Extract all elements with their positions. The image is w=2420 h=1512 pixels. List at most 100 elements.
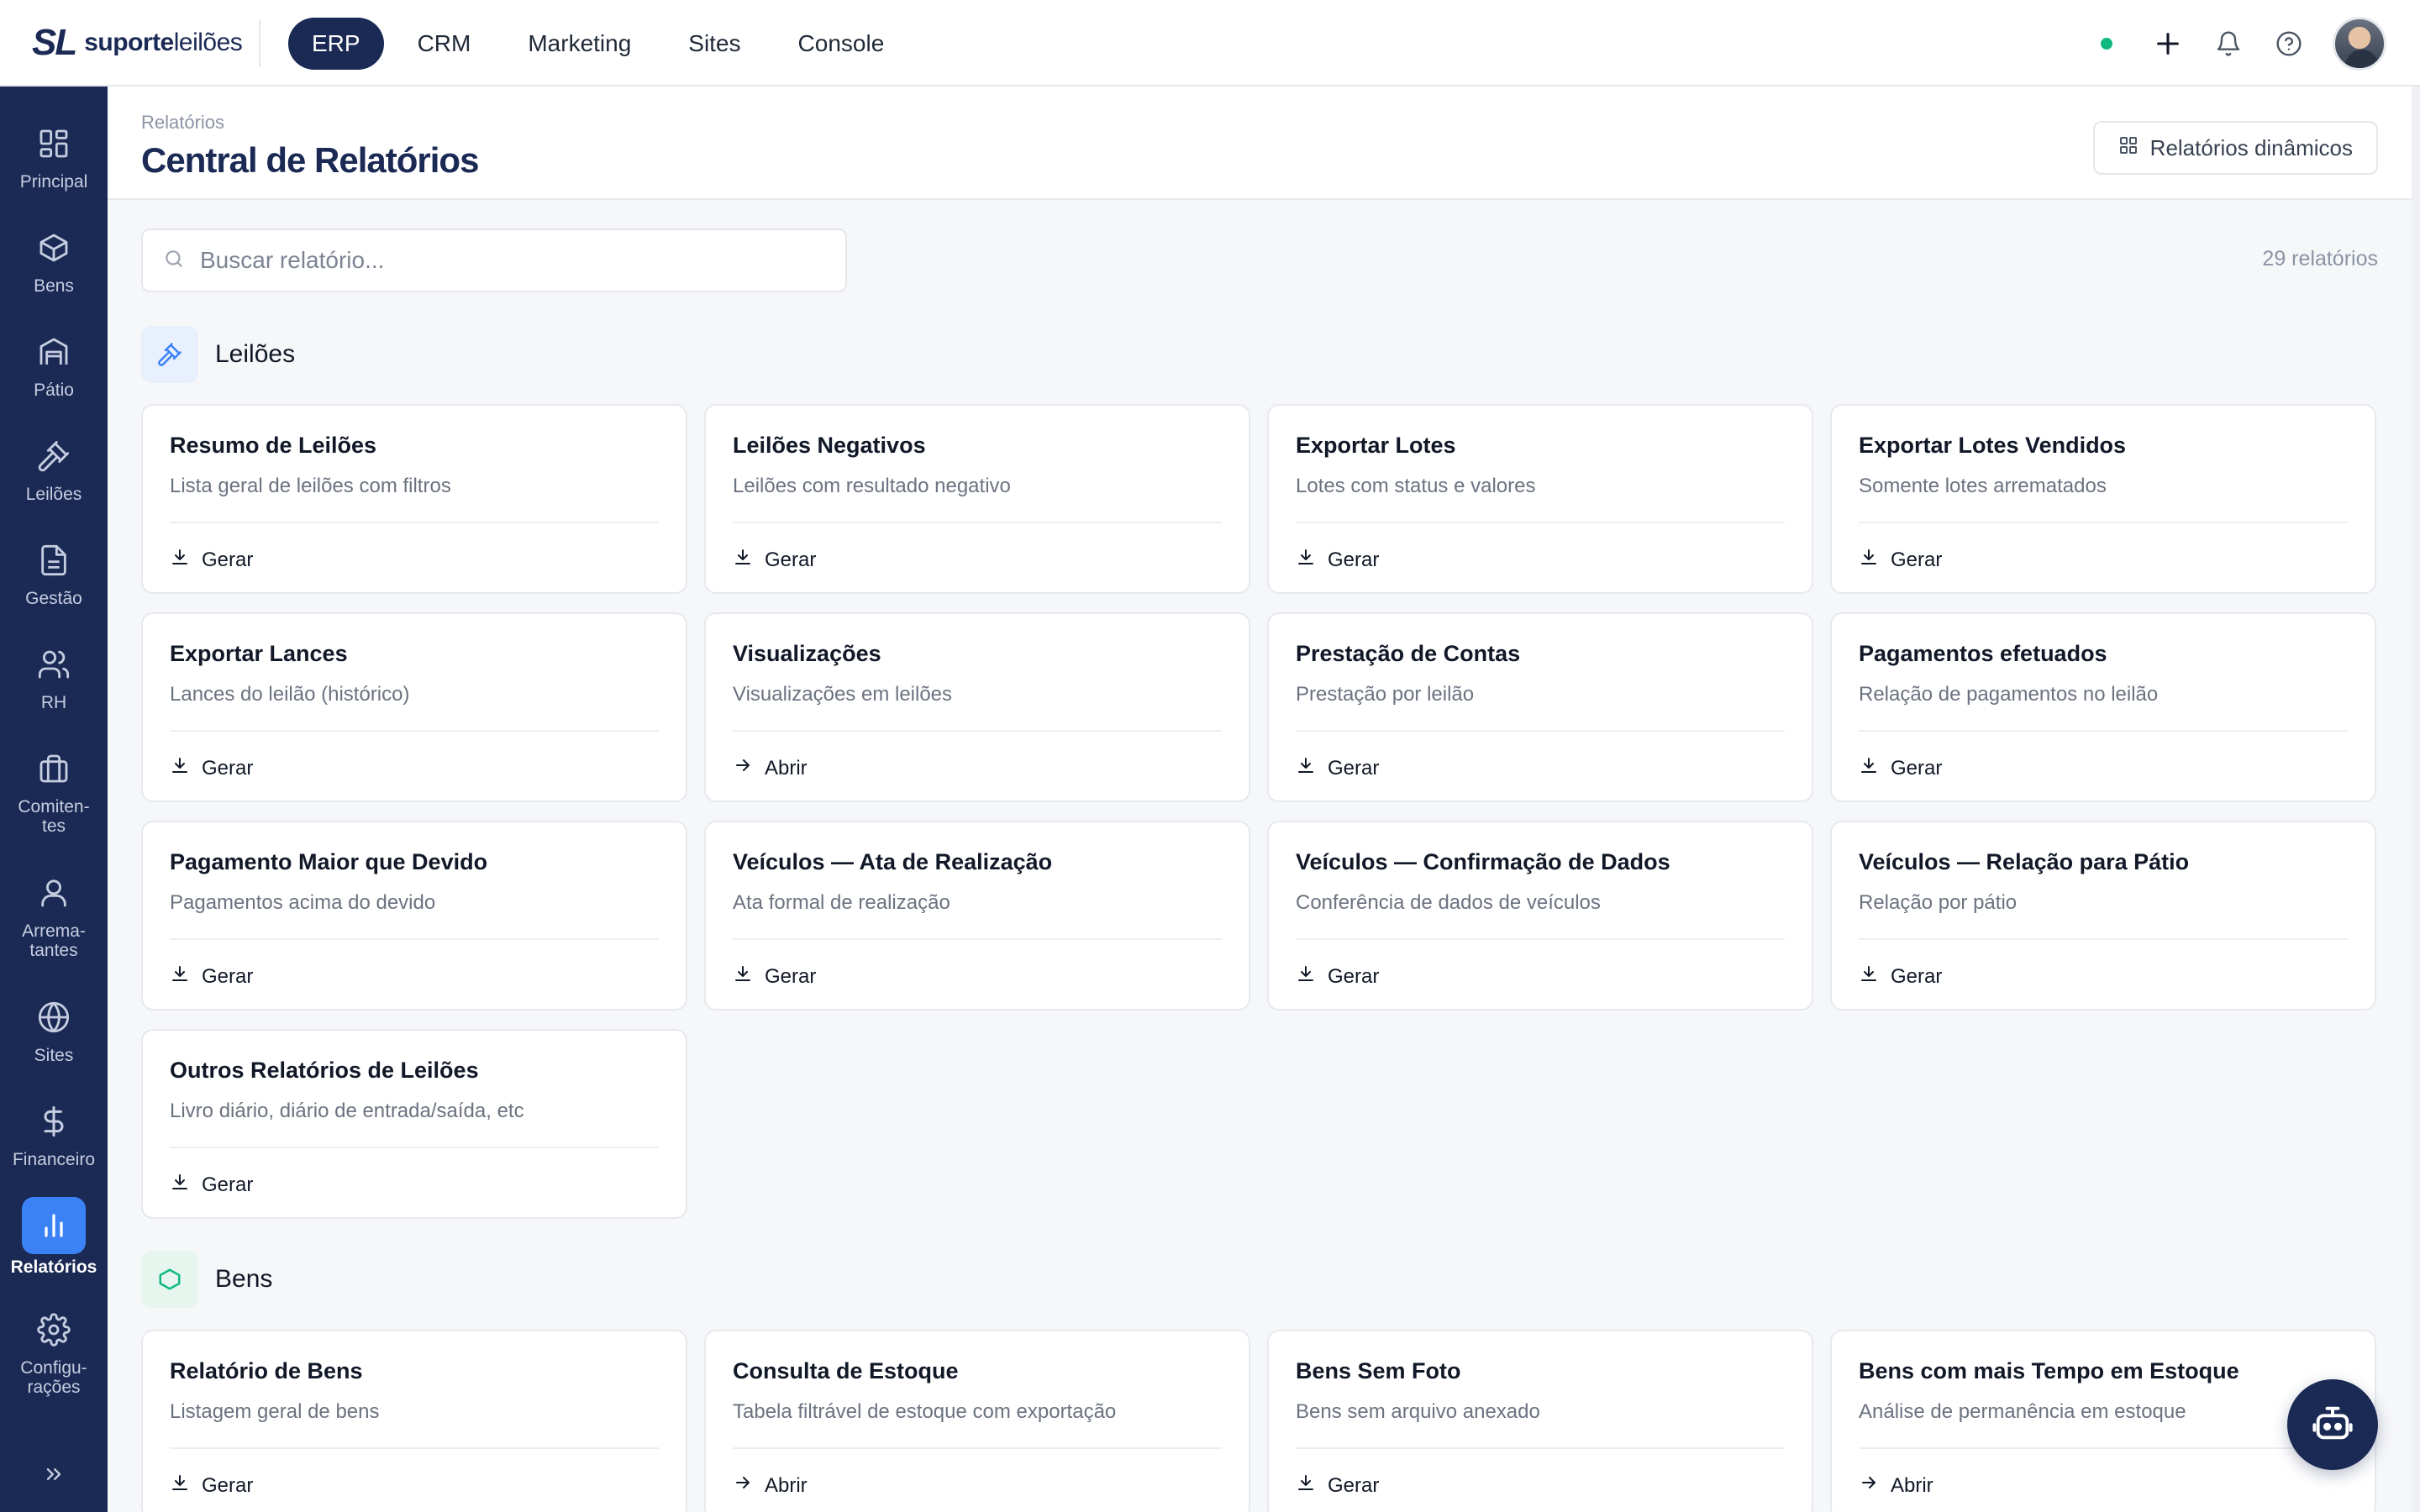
download-icon <box>170 547 190 573</box>
report-count: 29 relatórios <box>2262 247 2378 270</box>
tab-marketing[interactable]: Marketing <box>504 18 655 70</box>
sidebar-item-arrematantes[interactable]: Arrema- tantes <box>0 868 108 960</box>
report-card-bens-sem-foto[interactable]: Bens Sem Foto Bens sem arquivo anexado Ger… <box>1267 1330 1813 1512</box>
report-card-exportar-lances[interactable]: Exportar Lances Lances do leilão (históri… <box>141 612 687 802</box>
generate-report-button[interactable]: Gerar <box>170 755 253 781</box>
generate-report-button[interactable]: Gerar <box>170 1172 253 1198</box>
generate-report-button[interactable]: Gerar <box>1859 547 1942 573</box>
dynamic-reports-button[interactable]: Relatórios dinâmicos <box>2092 121 2378 175</box>
divider <box>170 1447 659 1449</box>
report-card-leiloes-negativos[interactable]: Leilões Negativos Leilões com resultado n… <box>704 404 1250 594</box>
generate-report-button[interactable]: Gerar <box>733 547 816 573</box>
report-description: Somente lotes arrematados <box>1859 475 2107 497</box>
tab-console[interactable]: Console <box>775 18 908 70</box>
brand-mark: SL <box>32 22 77 63</box>
report-title: Resumo de Leilões <box>170 433 377 458</box>
generate-report-button[interactable]: Gerar <box>170 963 253 990</box>
chevrons-right-icon[interactable] <box>37 1457 71 1491</box>
tab-erp[interactable]: ERP <box>288 18 384 70</box>
report-card-relatorio-de-bens[interactable]: Relatório de Bens Listagem geral de bens G… <box>141 1330 687 1512</box>
bar-chart-icon <box>22 1197 86 1254</box>
report-card-exportar-lotes[interactable]: Exportar Lotes Lotes com status e valores… <box>1267 404 1813 594</box>
report-card-pagamentos-efetuados[interactable]: Pagamentos efetuados Relação de pagamento… <box>1830 612 2376 802</box>
download-icon <box>1296 755 1316 781</box>
open-report-button[interactable]: Abrir <box>1859 1473 1933 1499</box>
action-label: Abrir <box>1891 1473 1933 1497</box>
scrollbar-track[interactable] <box>2412 87 2420 1512</box>
generate-report-button[interactable]: Gerar <box>1296 547 1379 573</box>
generate-report-button[interactable]: Gerar <box>1859 963 1942 990</box>
report-card-veiculos-confirmacao-de-dados[interactable]: Veículos — Confirmação de Dados Conferênc… <box>1267 821 1813 1011</box>
divider <box>1859 522 2348 523</box>
sidebar-item-gestao[interactable]: Gestão <box>0 535 108 608</box>
report-description: Lista geral de leilões com filtros <box>170 475 451 497</box>
report-description: Tabela filtrável de estoque com exportaç… <box>733 1400 1117 1423</box>
sidebar-item-configuracoes[interactable]: Configu- rações <box>0 1305 108 1397</box>
divider <box>1296 730 1785 732</box>
generate-report-button[interactable]: Gerar <box>1296 1473 1379 1499</box>
divider <box>733 1447 1222 1449</box>
sidebar-item-rh[interactable]: RH <box>0 639 108 712</box>
help-icon[interactable] <box>2272 27 2306 60</box>
warehouse-icon <box>29 327 79 377</box>
assistant-button[interactable] <box>2287 1379 2378 1470</box>
breadcrumb[interactable]: Relatórios <box>141 112 224 134</box>
report-card-pagamento-maior-que-devido[interactable]: Pagamento Maior que Devido Pagamentos aci… <box>141 821 687 1011</box>
action-label: Gerar <box>765 964 817 988</box>
generate-report-button[interactable]: Gerar <box>1296 963 1379 990</box>
open-report-button[interactable]: Abrir <box>733 755 808 781</box>
briefcase-icon <box>29 743 79 794</box>
sidebar-item-label: Relatórios <box>10 1257 97 1277</box>
report-card-veiculos-ata-de-realizacao[interactable]: Veículos — Ata de Realização Ata formal d… <box>704 821 1250 1011</box>
sidebar-item-bens[interactable]: Bens <box>0 223 108 296</box>
action-label: Gerar <box>202 1473 254 1497</box>
download-icon <box>733 963 753 990</box>
report-card-resumo-de-leiloes[interactable]: Resumo de Leilões Lista geral de leilões … <box>141 404 687 594</box>
tab-crm[interactable]: CRM <box>394 18 495 70</box>
report-description: Pagamentos acima do devido <box>170 891 436 914</box>
generate-report-button[interactable]: Gerar <box>1859 755 1942 781</box>
divider <box>1859 1447 2348 1449</box>
action-label: Gerar <box>1328 548 1380 571</box>
sidebar-item-label: Comiten- tes <box>18 797 90 836</box>
report-card-consulta-de-estoque[interactable]: Consulta de Estoque Tabela filtrável de e… <box>704 1330 1250 1512</box>
action-label: Abrir <box>765 1473 808 1497</box>
report-card-exportar-lotes-vendidos[interactable]: Exportar Lotes Vendidos Somente lotes arr… <box>1830 404 2376 594</box>
avatar[interactable] <box>2333 17 2386 71</box>
report-card-visualizacoes[interactable]: Visualizações Visualizações em leilões Abr… <box>704 612 1250 802</box>
generate-report-button[interactable]: Gerar <box>1296 755 1379 781</box>
report-card-veiculos-relacao-para-patio[interactable]: Veículos — Relação para Pátio Relação por… <box>1830 821 2376 1011</box>
bell-icon[interactable] <box>2212 27 2245 60</box>
report-title: Veículos — Relação para Pátio <box>1859 849 2190 874</box>
action-label: Gerar <box>1328 964 1380 988</box>
report-description: Lances do leilão (histórico) <box>170 683 410 706</box>
report-title: Outros Relatórios de Leilões <box>170 1058 479 1083</box>
generate-report-button[interactable]: Gerar <box>170 1473 253 1499</box>
open-report-button[interactable]: Abrir <box>733 1473 808 1499</box>
generate-report-button[interactable]: Gerar <box>170 547 253 573</box>
download-icon <box>1296 1473 1316 1499</box>
plus-icon[interactable] <box>2151 27 2185 60</box>
sidebar-item-sites[interactable]: Sites <box>0 992 108 1065</box>
sidebar-item-relatorios[interactable]: Relatórios <box>0 1197 108 1277</box>
report-title: Veículos — Confirmação de Dados <box>1296 849 1670 874</box>
search-input[interactable] <box>200 247 822 274</box>
download-icon <box>170 755 190 781</box>
sidebar-item-comitentes[interactable]: Comiten- tes <box>0 743 108 836</box>
sidebar-item-patio[interactable]: Pátio <box>0 327 108 400</box>
divider <box>170 730 659 732</box>
sidebar-item-label: Leilões <box>25 485 82 504</box>
brand-logo[interactable]: SL suporteleilões <box>32 22 243 64</box>
divider <box>170 1147 659 1148</box>
divider <box>170 522 659 523</box>
robot-icon <box>2311 1401 2354 1449</box>
report-card-outros-relatorios-de-leiloes[interactable]: Outros Relatórios de Leilões Livro diário… <box>141 1029 687 1219</box>
sidebar-item-principal[interactable]: Principal <box>0 118 108 192</box>
tab-sites[interactable]: Sites <box>665 18 764 70</box>
sidebar-item-financeiro[interactable]: Financeiro <box>0 1096 108 1169</box>
arrow-right-icon <box>1859 1473 1879 1499</box>
grid-icon <box>2118 135 2139 161</box>
generate-report-button[interactable]: Gerar <box>733 963 816 990</box>
sidebar-item-leiloes[interactable]: Leilões <box>0 431 108 504</box>
report-card-prestacao-de-contas[interactable]: Prestação de Contas Prestação por leilão G… <box>1267 612 1813 802</box>
